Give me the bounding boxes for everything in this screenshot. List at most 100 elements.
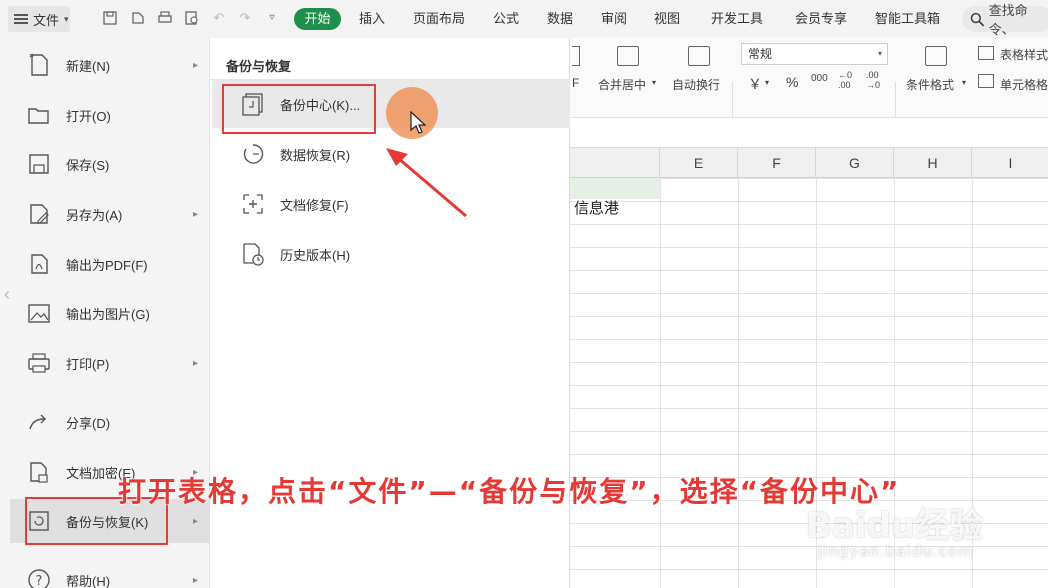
column-header-d[interactable]: [570, 148, 660, 178]
decrease-decimal-button[interactable]: .00 →0: [866, 70, 880, 90]
grid-line: [738, 178, 739, 588]
search-icon: [970, 12, 985, 26]
file-menu-item-print[interactable]: 打印(P) ▸: [10, 341, 210, 385]
number-format-select[interactable]: 常规 ▾: [741, 43, 888, 65]
file-menu-button[interactable]: 文件 ▾: [8, 6, 70, 32]
file-menu-label: 保存(S): [66, 157, 110, 173]
conditional-format-label[interactable]: 条件格式: [906, 76, 954, 93]
file-menu-item-open[interactable]: 打开(O): [10, 93, 210, 137]
history-version-icon: [240, 241, 266, 267]
document-repair-icon: [240, 191, 266, 217]
file-menu-label: 打开(O): [66, 108, 111, 124]
column-header-row: E F G H I: [570, 148, 1048, 178]
print-preview-quick-icon[interactable]: [184, 10, 200, 26]
file-menu-label: 文件: [33, 12, 60, 28]
new-file-icon: [26, 52, 52, 78]
file-menu-label: 打印(P): [66, 356, 110, 372]
watermark-url: jingyan.baidu.com: [818, 542, 974, 560]
selected-cell-highlight: [570, 178, 660, 199]
customize-dropdown-icon[interactable]: ▿: [264, 10, 280, 26]
save-as-icon: [26, 201, 52, 227]
file-menu-item-save[interactable]: 保存(S): [10, 142, 210, 186]
formula-bar[interactable]: [570, 118, 1048, 148]
chevron-right-icon: ▸: [192, 59, 198, 71]
conditional-format-icon: [925, 46, 947, 66]
column-header-h[interactable]: H: [894, 148, 972, 178]
submenu-label: 历史版本(H): [280, 247, 351, 263]
redo-icon[interactable]: ↷: [237, 10, 253, 26]
tab-developer[interactable]: 开发工具: [711, 10, 763, 28]
column-header-e[interactable]: E: [660, 148, 738, 178]
ribbon-partial-mark: F: [572, 76, 580, 90]
print-quick-icon[interactable]: [157, 10, 173, 26]
tab-page-layout[interactable]: 页面布局: [413, 10, 465, 28]
table-style-label[interactable]: 表格样式: [1000, 46, 1048, 63]
file-menu-item-export-pdf[interactable]: 输出为PDF(F): [10, 242, 210, 286]
submenu-item-document-repair[interactable]: 文档修复(F): [212, 180, 570, 228]
data-recovery-icon: [240, 141, 266, 167]
file-menu-label: 输出为PDF(F): [66, 257, 148, 273]
printer-icon: [26, 350, 52, 376]
collapse-chevron-icon[interactable]: ‹: [4, 284, 10, 305]
image-export-icon: [26, 300, 52, 326]
watermark-logo: Baidu经验: [806, 506, 984, 546]
tab-view[interactable]: 视图: [654, 10, 680, 28]
submenu-label: 数据恢复(R): [280, 147, 351, 163]
file-menu-item-new[interactable]: 新建(N) ▸: [10, 43, 210, 87]
chevron-down-icon[interactable]: ▾: [652, 78, 656, 87]
pdf-export-icon: [26, 251, 52, 277]
file-menu-item-share[interactable]: 分享(D): [10, 400, 210, 444]
tutorial-caption: 打开表格，点击“文件”—“备份与恢复”，选择“备份中心”: [118, 475, 901, 508]
tab-insert[interactable]: 插入: [359, 10, 385, 28]
cell-value[interactable]: 信息港: [574, 199, 619, 219]
submenu-label: 文档修复(F): [280, 197, 349, 213]
file-menu-item-export-image[interactable]: 输出为图片(G): [10, 291, 210, 335]
tab-smart-toolbox[interactable]: 智能工具箱: [875, 10, 940, 28]
tab-member[interactable]: 会员专享: [795, 10, 847, 28]
chevron-down-icon[interactable]: ▾: [765, 78, 769, 87]
column-header-g[interactable]: G: [816, 148, 894, 178]
chevron-down-icon: ▾: [64, 13, 69, 24]
percent-button[interactable]: %: [786, 74, 798, 90]
merge-center-label[interactable]: 合并居中: [598, 76, 646, 93]
currency-button[interactable]: ￥: [748, 74, 762, 94]
submenu-title: 备份与恢复: [226, 59, 292, 74]
save-quick-icon[interactable]: [102, 10, 118, 26]
highlight-box-backup-center: [222, 84, 376, 134]
chevron-down-icon[interactable]: ▾: [962, 78, 966, 87]
thousands-separator-button[interactable]: 000: [811, 73, 828, 84]
tab-review[interactable]: 审阅: [601, 10, 627, 28]
file-menu-label: 帮助(H): [66, 573, 111, 588]
command-search[interactable]: 查找命令、: [962, 3, 1048, 37]
menubar: 文件 ▾ ↶ ↷ ▿ 开始 插入 页面布局 公式 数据 审阅 视图 开发工具 会…: [0, 0, 1048, 38]
column-header-f[interactable]: F: [738, 148, 816, 178]
file-menu-item-save-as[interactable]: 另存为(A) ▸: [10, 192, 210, 236]
table-style-icon: [978, 46, 994, 60]
file-menu-item-help[interactable]: ? 帮助(H) ▸: [10, 558, 210, 588]
search-placeholder: 查找命令、: [988, 3, 1028, 37]
undo-icon[interactable]: ↶: [211, 10, 227, 26]
svg-text:?: ?: [36, 574, 43, 588]
help-icon: ?: [26, 567, 52, 588]
chevron-right-icon: ▸: [192, 515, 198, 527]
mouse-cursor-icon: [410, 111, 426, 134]
export-quick-icon[interactable]: [130, 10, 146, 26]
increase-decimal-button[interactable]: ←0 .00: [838, 70, 852, 90]
column-header-i[interactable]: I: [972, 148, 1048, 178]
tab-data[interactable]: 数据: [547, 10, 573, 28]
submenu-item-data-recovery[interactable]: 数据恢复(R): [212, 130, 570, 178]
tab-start[interactable]: 开始: [294, 8, 341, 30]
save-icon: [26, 151, 52, 177]
chevron-right-icon: ▸: [192, 208, 198, 220]
tab-formulas[interactable]: 公式: [493, 10, 519, 28]
lock-document-icon: [26, 459, 52, 485]
number-format-value: 常规: [748, 47, 773, 61]
cell-format-label[interactable]: 单元格格: [1000, 76, 1048, 93]
ribbon-partial-icon: [572, 46, 580, 66]
share-icon: [26, 409, 52, 435]
chevron-right-icon: ▸: [192, 357, 198, 369]
wrap-text-label[interactable]: 自动换行: [672, 76, 720, 93]
submenu-item-history-version[interactable]: 历史版本(H): [212, 230, 570, 278]
file-menu-label: 另存为(A): [66, 207, 123, 223]
file-menu-label: 输出为图片(G): [66, 306, 150, 322]
